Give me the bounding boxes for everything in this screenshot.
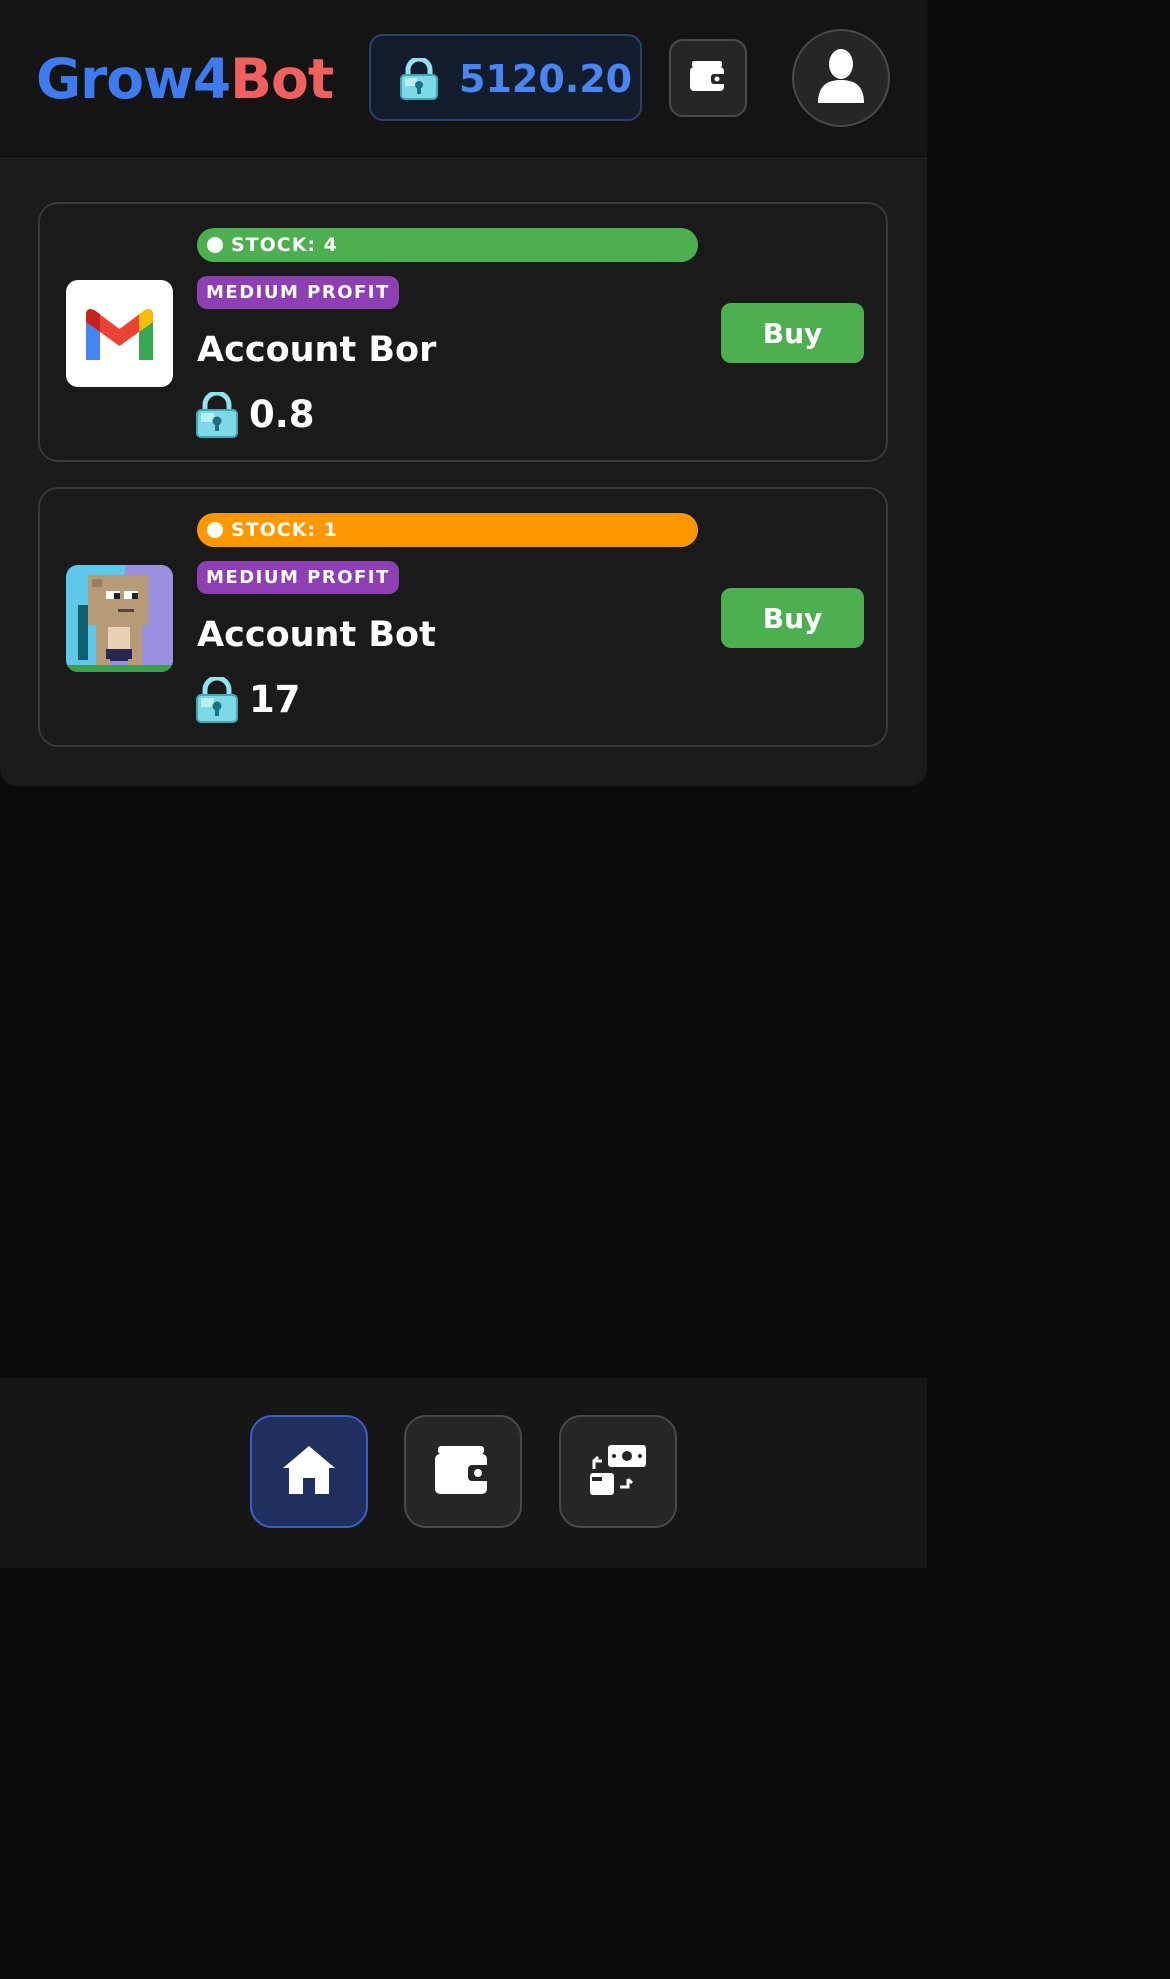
product-price: 17: [249, 678, 301, 721]
wallet-button[interactable]: [669, 39, 747, 117]
profit-badge: MEDIUM PROFIT: [197, 561, 399, 594]
product-price: 0.8: [249, 393, 315, 436]
product-card: STOCK: 1 MEDIUM PROFIT Account Bot 17 Bu…: [38, 487, 888, 747]
diamond-lock-icon: [195, 390, 239, 442]
stock-label: STOCK: 1: [231, 519, 338, 541]
stock-indicator: STOCK: 4: [197, 228, 698, 262]
diamond-lock-icon: [195, 675, 239, 727]
app-logo[interactable]: Grow4Bot: [36, 46, 334, 112]
bottom-nav: [0, 1378, 927, 1568]
profile-button[interactable]: [792, 29, 890, 127]
stock-dot: [207, 237, 223, 253]
user-icon: [816, 47, 866, 109]
balance-amount: 5120.20: [459, 57, 633, 101]
product-title: Account Bot: [197, 615, 436, 655]
home-icon: [281, 1444, 337, 1500]
profit-badge: MEDIUM PROFIT: [197, 276, 399, 309]
growtopia-character-icon: [66, 565, 173, 672]
stock-label: STOCK: 4: [231, 234, 338, 256]
products-panel: STOCK: 4 MEDIUM PROFIT Account Bor 0.8 B…: [0, 157, 927, 786]
product-title: Account Bor: [197, 330, 437, 370]
logo-part1: Grow4: [36, 47, 231, 111]
logo-part2: Bot: [230, 47, 334, 111]
top-header: Grow4Bot 5120.20: [0, 0, 927, 156]
diamond-lock-icon: [399, 56, 439, 104]
nav-exchange[interactable]: [559, 1415, 677, 1528]
exchange-icon: [588, 1443, 648, 1501]
wallet-icon: [689, 60, 727, 96]
buy-button[interactable]: Buy: [721, 303, 864, 363]
nav-home[interactable]: [250, 1415, 368, 1528]
product-card: STOCK: 4 MEDIUM PROFIT Account Bor 0.8 B…: [38, 202, 888, 462]
wallet-icon: [434, 1445, 492, 1499]
buy-button[interactable]: Buy: [721, 588, 864, 648]
balance-display[interactable]: 5120.20: [369, 34, 642, 121]
gmail-logo-icon: [66, 280, 173, 387]
stock-dot: [207, 522, 223, 538]
nav-wallet[interactable]: [404, 1415, 522, 1528]
stock-indicator: STOCK: 1: [197, 513, 698, 547]
